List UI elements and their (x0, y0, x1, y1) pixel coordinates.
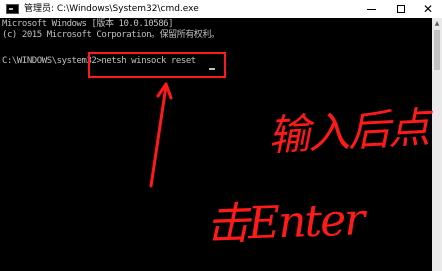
cmd-window: 管理员: C:\Windows\System32\cmd.exe ✕ Micro… (0, 0, 442, 271)
annotation-text-line1: 输入后点 (266, 102, 430, 161)
annotation-text-line2: 击Enter (205, 194, 365, 251)
